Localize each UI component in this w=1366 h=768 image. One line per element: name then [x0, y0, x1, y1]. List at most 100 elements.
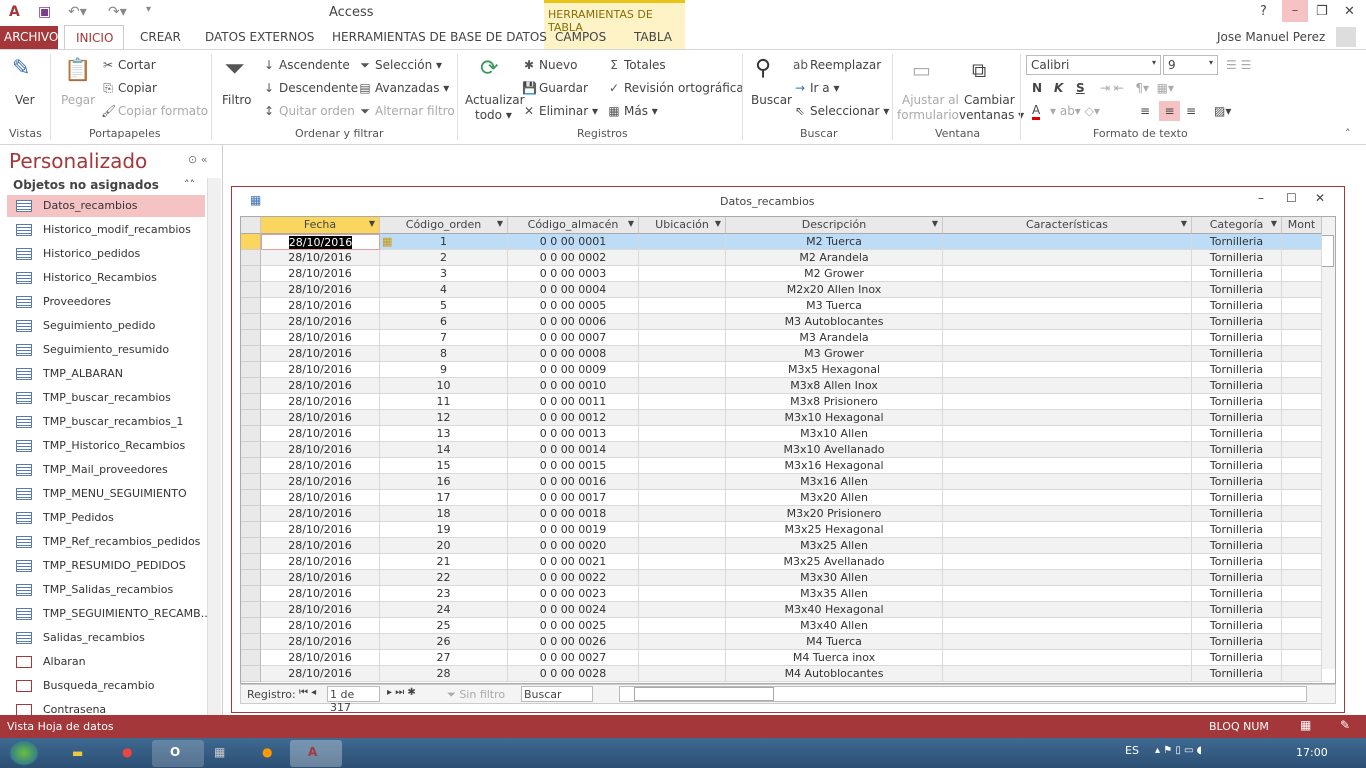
horizontal-scrollbar[interactable] — [619, 686, 1307, 702]
cortar-button[interactable]: ✂ Cortar — [101, 58, 156, 72]
table-cell[interactable] — [1282, 362, 1322, 378]
table-cell[interactable]: M3x20 Allen — [726, 490, 943, 506]
table-cell[interactable] — [1282, 570, 1322, 586]
table-cell[interactable]: 0 0 00 0011 — [508, 394, 639, 410]
table-cell[interactable]: 14 — [380, 442, 508, 458]
table-cell[interactable]: Tornilleria — [1192, 538, 1282, 554]
design-view-icon[interactable]: ✎ — [1340, 718, 1350, 732]
row-selector[interactable] — [241, 314, 261, 330]
table-cell[interactable]: M3x8 Prisionero — [726, 394, 943, 410]
table-cell[interactable]: M2 Arandela — [726, 250, 943, 266]
table-cell[interactable]: 13 — [380, 426, 508, 442]
table-cell[interactable]: M3 Tuerca — [726, 298, 943, 314]
table-cell[interactable] — [639, 298, 726, 314]
table-cell[interactable] — [943, 650, 1192, 666]
undo-icon[interactable]: ↶▾ — [68, 4, 87, 20]
table-cell[interactable]: 28/10/2016 — [261, 362, 380, 378]
nav-item[interactable]: TMP_Mail_proveedores — [7, 459, 205, 481]
table-cell[interactable]: 0 0 00 0027 — [508, 650, 639, 666]
row-selector[interactable] — [241, 394, 261, 410]
table-cell[interactable]: Tornilleria — [1192, 394, 1282, 410]
nav-item[interactable]: TMP_MENU_SEGUIMIENTO — [7, 483, 205, 505]
table-cell[interactable]: 3 — [380, 266, 508, 282]
table-cell[interactable]: 18 — [380, 506, 508, 522]
table-cell[interactable] — [639, 602, 726, 618]
table-cell[interactable]: 15 — [380, 458, 508, 474]
table-cell[interactable]: 8 — [380, 346, 508, 362]
table-cell[interactable]: M3x16 Hexagonal — [726, 458, 943, 474]
table-cell[interactable]: 0 0 00 0023 — [508, 586, 639, 602]
table-cell[interactable]: 6 — [380, 314, 508, 330]
row-selector[interactable] — [241, 346, 261, 362]
nav-item[interactable]: Albaran — [7, 651, 205, 673]
table-cell[interactable]: 0 0 00 0021 — [508, 554, 639, 570]
table-cell[interactable]: Tornilleria — [1192, 442, 1282, 458]
cambiar-ventanas-button[interactable]: Cambiar — [964, 93, 1015, 107]
row-selector[interactable] — [241, 554, 261, 570]
calculator-taskbar-icon[interactable]: ▦ — [196, 740, 248, 767]
copiar-button[interactable]: ⎘ Copiar — [101, 81, 157, 96]
list-icons[interactable]: ☰ ☰ — [1226, 58, 1251, 72]
tray-icons[interactable]: ▴ ⚑ ▯ ▭ ◖ — [1155, 745, 1202, 756]
table-cell[interactable]: 10 — [380, 378, 508, 394]
row-selector[interactable] — [241, 266, 261, 282]
column-header[interactable]: Características ▼ — [943, 217, 1192, 234]
table-cell[interactable] — [639, 394, 726, 410]
table-cell[interactable]: Tornilleria — [1192, 234, 1282, 250]
table-cell[interactable] — [639, 650, 726, 666]
table-cell[interactable]: Tornilleria — [1192, 602, 1282, 618]
table-cell[interactable]: Tornilleria — [1192, 618, 1282, 634]
user-name[interactable]: Jose Manuel Perez — [1217, 30, 1325, 44]
table-cell[interactable]: 0 0 00 0009 — [508, 362, 639, 378]
table-cell[interactable]: M4 Tuerca — [726, 634, 943, 650]
tab-campos[interactable]: CAMPOS — [555, 30, 606, 44]
descendente-button[interactable]: ↓ Descendente — [262, 81, 358, 95]
table-cell[interactable]: M3x25 Allen — [726, 538, 943, 554]
table-cell[interactable] — [1282, 282, 1322, 298]
table-cell[interactable]: 0 0 00 0007 — [508, 330, 639, 346]
first-record-button[interactable]: ⏮ ◂ — [299, 687, 316, 698]
nav-item[interactable]: Seguimiento_resumido — [7, 339, 205, 361]
table-cell[interactable]: 27 — [380, 650, 508, 666]
table-cell[interactable] — [943, 442, 1192, 458]
ver-button[interactable]: Ver — [15, 93, 35, 107]
table-cell[interactable]: 5 — [380, 298, 508, 314]
table-cell[interactable]: Tornilleria — [1192, 666, 1282, 682]
mas-button[interactable]: ▦ Más ▾ — [607, 104, 657, 118]
totales-button[interactable]: Σ Totales — [607, 58, 665, 72]
table-cell[interactable]: 0 0 00 0004 — [508, 282, 639, 298]
table-cell[interactable]: 0 0 00 0005 — [508, 298, 639, 314]
explorer-taskbar-icon[interactable]: ▬ — [56, 740, 108, 767]
table-cell[interactable]: 0 0 00 0010 — [508, 378, 639, 394]
table-cell[interactable] — [943, 586, 1192, 602]
table-cell[interactable]: Tornilleria — [1192, 298, 1282, 314]
row-selector[interactable] — [241, 362, 261, 378]
table-cell[interactable] — [639, 474, 726, 490]
table-cell[interactable] — [1282, 458, 1322, 474]
table-cell[interactable] — [943, 522, 1192, 538]
table-cell[interactable]: 0 0 00 0015 — [508, 458, 639, 474]
nav-title[interactable]: Personalizado — [9, 149, 147, 173]
table-cell[interactable]: M3 Arandela — [726, 330, 943, 346]
alternar-filtro-button[interactable]: ⏷ Alternar filtro — [358, 104, 454, 119]
table-cell[interactable] — [639, 506, 726, 522]
tab-tabla[interactable]: TABLA — [634, 30, 672, 44]
underline-button[interactable]: S — [1076, 81, 1085, 95]
table-cell[interactable]: 0 0 00 0006 — [508, 314, 639, 330]
row-selector[interactable] — [241, 330, 261, 346]
table-cell[interactable] — [639, 426, 726, 442]
row-selector[interactable] — [241, 602, 261, 618]
chevron-down-icon[interactable]: ▼ — [369, 219, 375, 228]
table-cell[interactable]: Tornilleria — [1192, 250, 1282, 266]
chevron-down-icon[interactable]: ▼ — [1271, 219, 1277, 228]
table-cell[interactable] — [943, 346, 1192, 362]
table-cell[interactable] — [943, 490, 1192, 506]
table-cell[interactable]: Tornilleria — [1192, 266, 1282, 282]
table-cell[interactable] — [943, 602, 1192, 618]
bold-button[interactable]: N — [1032, 81, 1042, 95]
table-cell[interactable]: 28/10/2016 — [261, 346, 380, 362]
table-cell[interactable]: 28/10/2016 — [261, 330, 380, 346]
ds-close-button[interactable]: ✕ — [1315, 191, 1325, 205]
table-cell[interactable]: 1 — [380, 234, 508, 250]
table-cell[interactable]: Tornilleria — [1192, 522, 1282, 538]
